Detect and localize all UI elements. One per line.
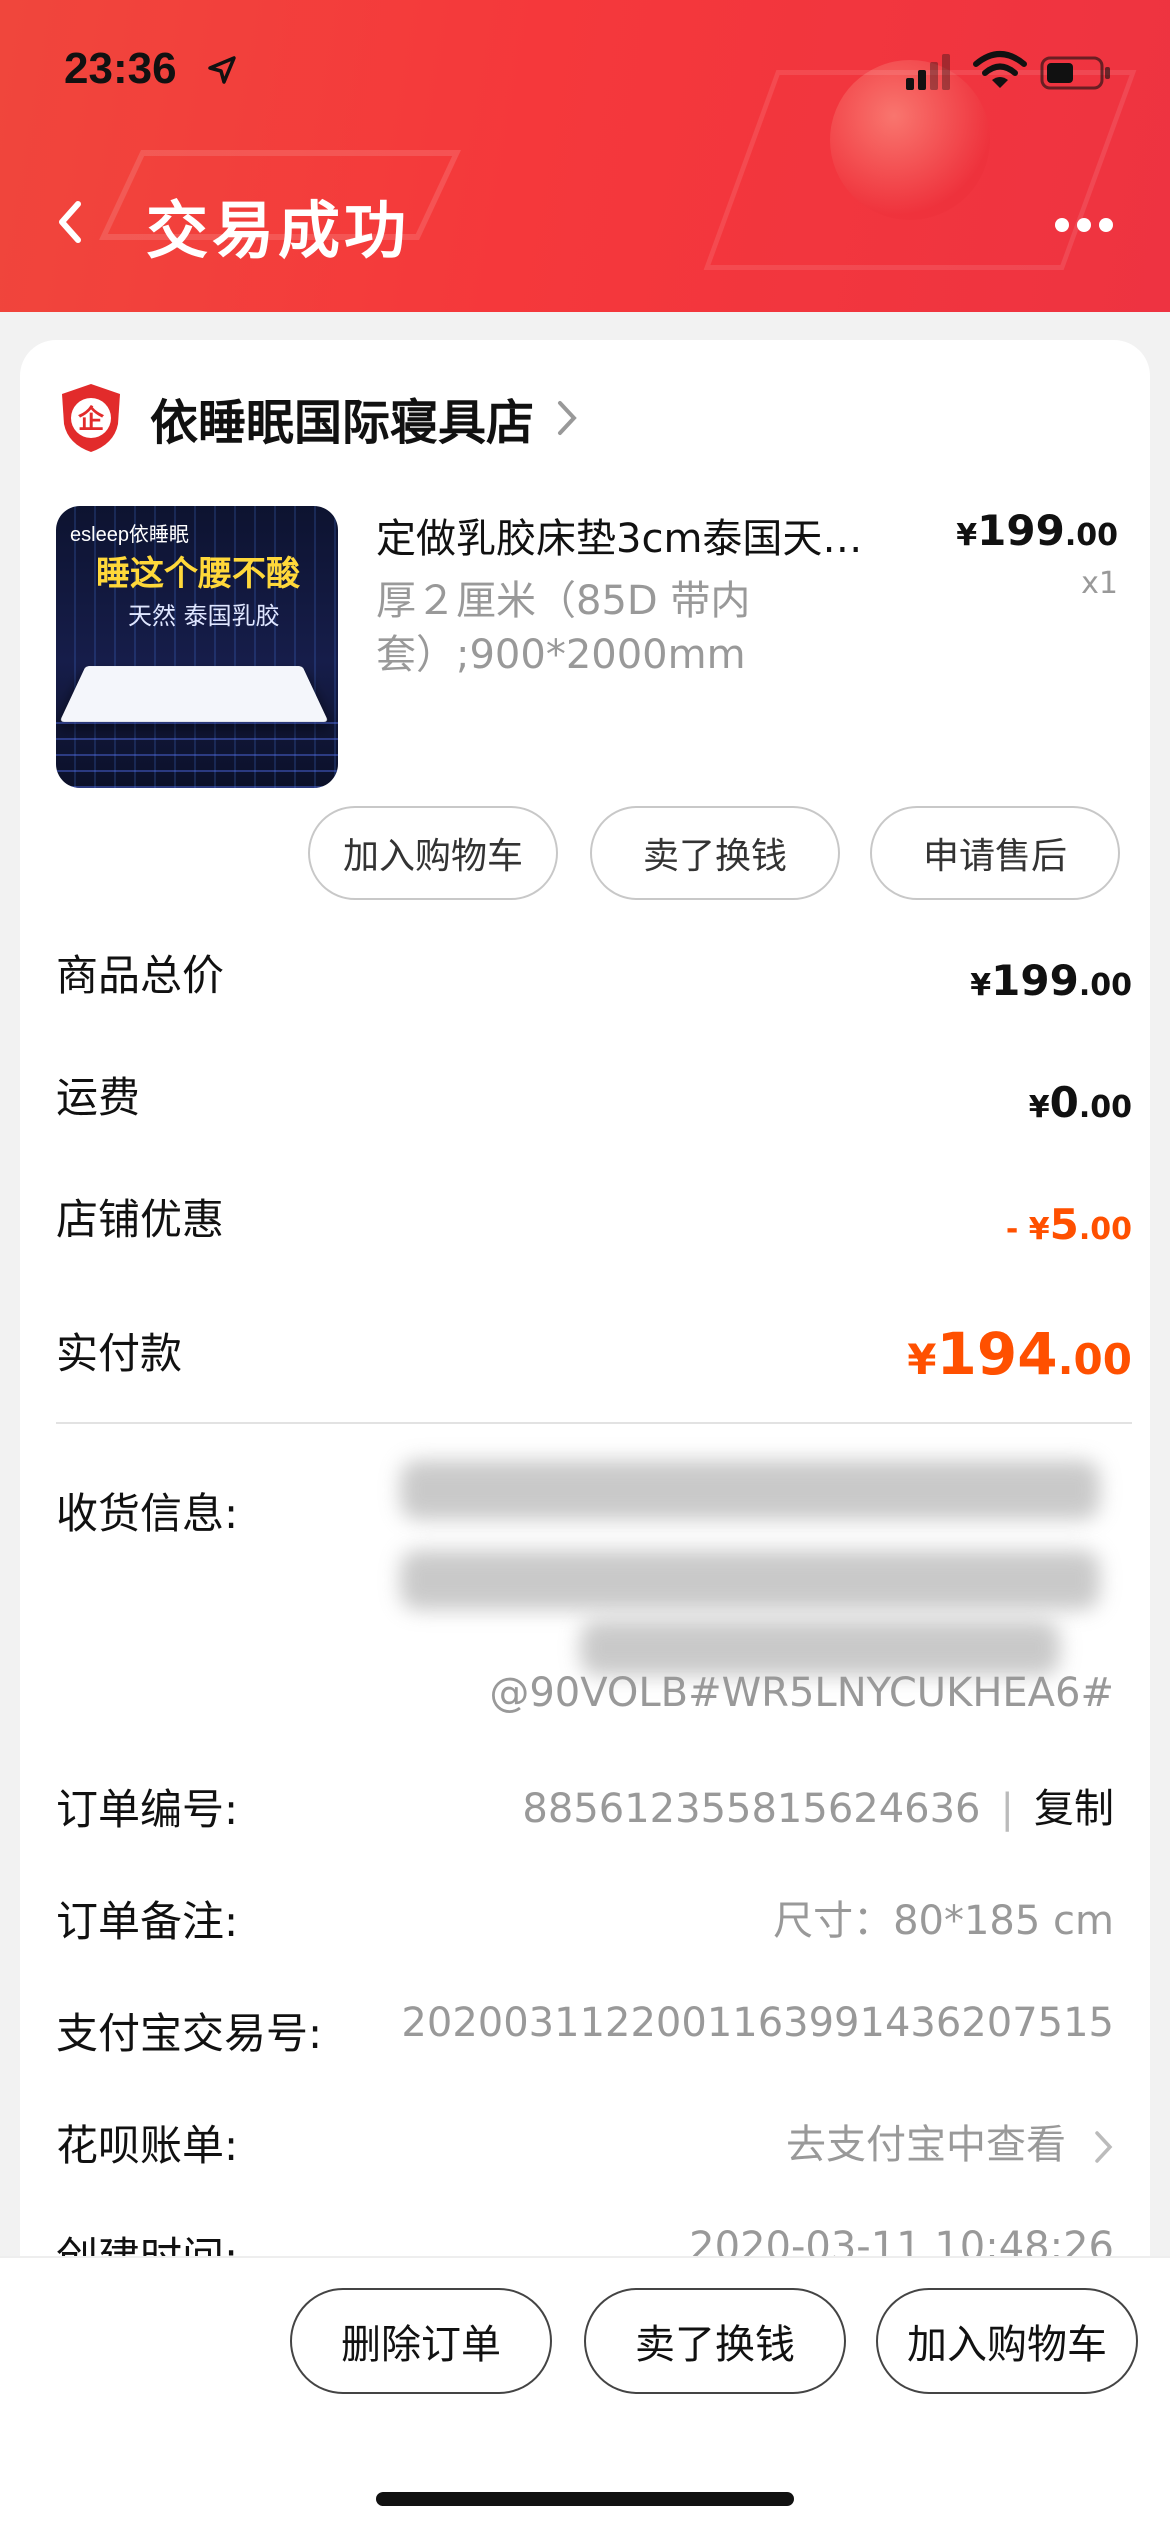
paid-value: ¥194.00 — [907, 1320, 1132, 1388]
copy-button[interactable]: 复制 — [1034, 1786, 1114, 1832]
image-logo: esleep依睡眠 — [70, 524, 189, 546]
discount-value: - ¥5.00 — [1005, 1200, 1132, 1249]
after-sales-button[interactable]: 申请售后 — [870, 806, 1120, 900]
subtotal-label: 商品总价 — [56, 951, 225, 1000]
shipping-label: 运费 — [56, 1073, 141, 1122]
image-subtitle: 天然 泰国乳胶 — [128, 602, 280, 630]
delete-order-button[interactable]: 删除订单 — [290, 2288, 552, 2394]
cellular-signal-icon — [906, 54, 950, 90]
order-number-label: 订单编号: — [56, 1785, 239, 1834]
chevron-right-icon — [558, 401, 577, 435]
discount-row: 店铺优惠 - ¥5.00 — [56, 1186, 1132, 1256]
chevron-right-icon — [1095, 2131, 1113, 2163]
address-code: @90VOLB#WR5LNYCUKHEA6# — [489, 1670, 1114, 1716]
shop-row[interactable]: 企 依睡眠国际寝具店 — [58, 380, 578, 456]
order-card: 企 依睡眠国际寝具店 esleep依睡眠 睡这个腰不酸 天然 泰国乳胶 定做乳胶… — [20, 340, 1150, 2282]
order-number: 885612355815624636 — [522, 1786, 981, 1832]
discount-label: 店铺优惠 — [56, 1195, 225, 1244]
product-price: ¥199.00 — [956, 506, 1118, 555]
back-icon[interactable] — [50, 192, 90, 252]
price-decimal: .00 — [1064, 518, 1118, 553]
resell-bottom-button[interactable]: 卖了换钱 — [584, 2288, 846, 2394]
order-number-row: 885612355815624636 | 复制 — [522, 1776, 1114, 1834]
shipping-value: ¥0.00 — [1028, 1078, 1132, 1127]
header-decoration — [703, 70, 1137, 270]
bottom-action-bar: 删除订单 卖了换钱 加入购物车 — [0, 2256, 1170, 2532]
remark-label: 订单备注: — [56, 1897, 239, 1946]
page-title: 交易成功 — [146, 194, 411, 267]
shop-name[interactable]: 依睡眠国际寝具店 — [150, 383, 534, 453]
image-grid — [56, 718, 338, 788]
address-label: 收货信息: — [56, 1489, 239, 1538]
alipay-number: 2020031122001163991436207515 — [401, 2000, 1114, 2046]
product-image[interactable]: esleep依睡眠 睡这个腰不酸 天然 泰国乳胶 — [56, 506, 338, 788]
order-header: 23:36 交易成功 — [0, 0, 1170, 312]
huabei-link[interactable]: 去支付宝中查看 — [786, 2112, 1114, 2170]
add-to-cart-bottom-button[interactable]: 加入购物车 — [876, 2288, 1138, 2394]
mattress-shape — [59, 666, 329, 722]
huabei-value[interactable]: 去支付宝中查看 — [786, 2122, 1066, 2168]
divider — [56, 1422, 1132, 1424]
battery-icon — [1040, 56, 1110, 90]
remark-value: 尺寸：80*185 cm — [773, 1898, 1114, 1944]
paid-label: 实付款 — [56, 1329, 183, 1378]
product-quantity: x1 — [1081, 566, 1118, 601]
subtotal-value: ¥199.00 — [970, 956, 1132, 1005]
paid-row: 实付款 ¥194.00 — [56, 1320, 1132, 1410]
alipay-number-label: 支付宝交易号: — [56, 2009, 323, 2058]
product-spec: 厚２厘米（85D 带内套）;900*2000mm — [376, 578, 751, 678]
enterprise-shield-icon: 企 — [62, 384, 120, 452]
home-indicator — [376, 2492, 794, 2506]
shop-badge: 企 — [78, 404, 105, 435]
more-options-icon[interactable] — [1052, 210, 1116, 240]
shipping-row: 运费 ¥0.00 — [56, 1064, 1132, 1134]
price-integer: 199 — [977, 506, 1065, 555]
separator: | — [1000, 1786, 1014, 1832]
product-title[interactable]: 定做乳胶床垫3cm泰国天… — [376, 506, 946, 564]
image-slogan: 睡这个腰不酸 — [96, 554, 300, 594]
yen-symbol: ¥ — [956, 518, 978, 553]
redacted-address — [380, 1440, 1130, 1680]
location-arrow-icon — [208, 56, 236, 84]
subtotal-row: 商品总价 ¥199.00 — [56, 942, 1132, 1012]
wifi-icon — [973, 51, 1027, 88]
add-to-cart-button[interactable]: 加入购物车 — [308, 806, 558, 900]
resell-button[interactable]: 卖了换钱 — [590, 806, 840, 900]
status-time: 23:36 — [64, 44, 177, 93]
huabei-label: 花呗账单: — [56, 2121, 239, 2170]
